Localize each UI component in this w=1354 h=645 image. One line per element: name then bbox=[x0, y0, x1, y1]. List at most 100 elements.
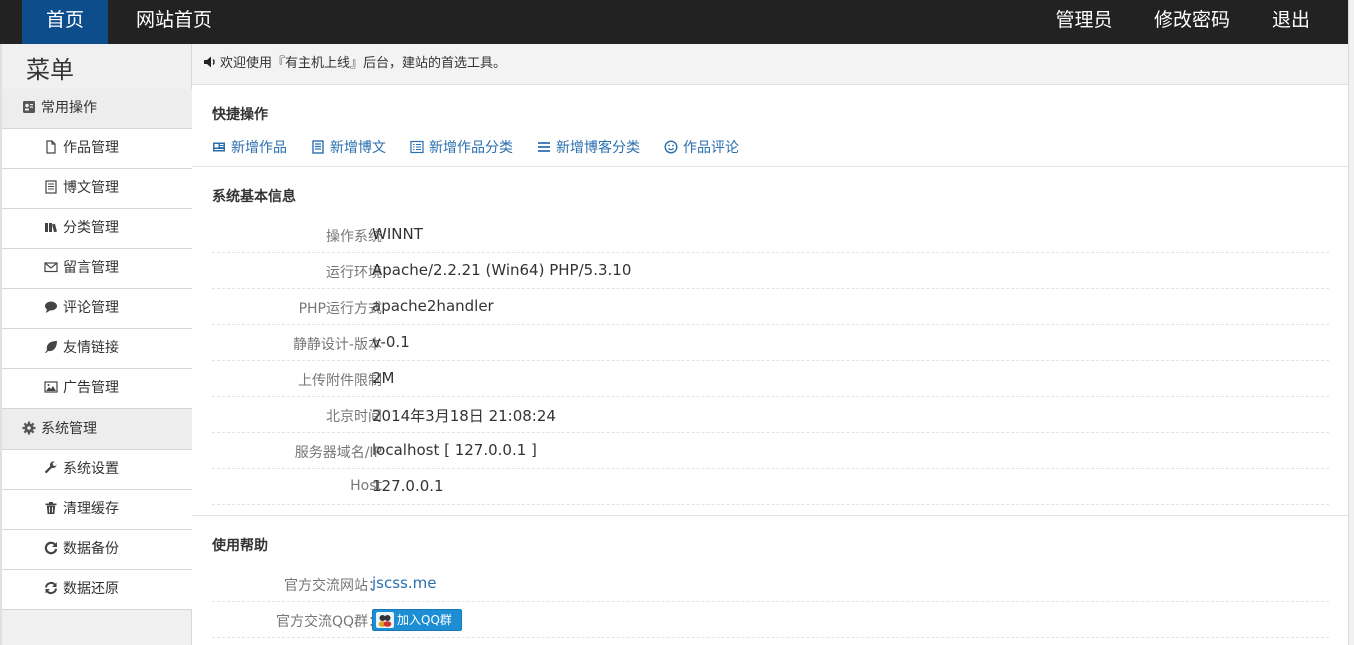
info-row: 操作系统 WINNT bbox=[212, 217, 1329, 253]
help-row-qq: 官方交流QQ群： 加入QQ群 bbox=[212, 602, 1329, 638]
sidebar-group-system[interactable]: 系统管理 bbox=[2, 409, 192, 450]
sidebar-group-label: 常用操作 bbox=[41, 100, 97, 116]
smile-icon bbox=[664, 140, 678, 154]
quick-action-label: 新增博文 bbox=[330, 140, 386, 156]
window-scrollbar[interactable] bbox=[1348, 0, 1354, 645]
sidebar-item-ads[interactable]: 广告管理 bbox=[2, 369, 192, 409]
quick-action-label: 新增作品分类 bbox=[429, 140, 513, 156]
quick-add-post[interactable]: 新增博文 bbox=[311, 137, 386, 156]
join-qq-group-button[interactable]: 加入QQ群 bbox=[372, 609, 462, 631]
sidebar-item-works[interactable]: 作品管理 bbox=[2, 129, 192, 169]
nav-home[interactable]: 首页 bbox=[22, 0, 108, 44]
list-box-icon bbox=[410, 140, 424, 154]
refresh-icon bbox=[44, 532, 58, 555]
file-icon bbox=[44, 131, 58, 154]
user-card-icon bbox=[22, 91, 36, 113]
sidebar-item-label: 分类管理 bbox=[63, 220, 119, 236]
sidebar-item-label: 留言管理 bbox=[63, 260, 119, 276]
info-value: v-0.1 bbox=[372, 333, 410, 351]
info-label: PHP运行方式 bbox=[298, 301, 382, 317]
sidebar-item-label: 清理缓存 bbox=[63, 501, 119, 517]
info-value: WINNT bbox=[372, 225, 423, 243]
sidebar-item-comments[interactable]: 评论管理 bbox=[2, 289, 192, 329]
info-row: Host 127.0.0.1 bbox=[212, 469, 1329, 505]
sidebar-item-messages[interactable]: 留言管理 bbox=[2, 249, 192, 289]
info-value: localhost [ 127.0.0.1 ] bbox=[372, 441, 537, 459]
gear-icon bbox=[22, 411, 36, 435]
sidebar-item-label: 系统设置 bbox=[63, 461, 119, 477]
top-navbar: 首页 网站首页 管理员 修改密码 退出 bbox=[0, 0, 1348, 44]
picture-icon bbox=[44, 371, 58, 393]
nav-change-password[interactable]: 修改密码 bbox=[1142, 0, 1242, 44]
info-row: 上传附件限制 2M bbox=[212, 361, 1329, 397]
info-value: Apache/2.2.21 (Win64) PHP/5.3.10 bbox=[372, 261, 632, 279]
document-icon bbox=[44, 171, 58, 194]
volume-icon bbox=[203, 46, 217, 68]
main-content: 欢迎使用『有主机上线』后台，建站的首选工具。 快捷操作 新增作品 新增博文 新增… bbox=[192, 44, 1348, 645]
qq-button-label: 加入QQ群 bbox=[397, 613, 452, 627]
sidebar: 菜单 常用操作 作品管理 博文管理 分类管理 留言管理 评论管理 友情链接 广告… bbox=[0, 44, 192, 645]
quick-actions-title: 快捷操作 bbox=[212, 107, 268, 123]
info-label: 官方交流QQ群： bbox=[275, 614, 382, 630]
system-info-title: 系统基本信息 bbox=[212, 189, 296, 205]
info-row: 运行环境 Apache/2.2.21 (Win64) PHP/5.3.10 bbox=[212, 253, 1329, 289]
info-row: 静静设计-版本 v-0.1 bbox=[212, 325, 1329, 361]
comment-icon bbox=[44, 291, 58, 313]
welcome-text: 欢迎使用『有主机上线』后台，建站的首选工具。 bbox=[220, 56, 507, 71]
sidebar-item-label: 评论管理 bbox=[63, 300, 119, 316]
info-label: 服务器域名/IP bbox=[294, 445, 382, 461]
sidebar-item-label: 广告管理 bbox=[63, 380, 119, 396]
info-value: 2M bbox=[372, 369, 395, 387]
envelope-icon bbox=[44, 251, 58, 273]
quick-work-comments[interactable]: 作品评论 bbox=[664, 137, 739, 156]
wrench-icon bbox=[44, 452, 58, 474]
sidebar-item-restore[interactable]: 数据还原 bbox=[2, 570, 192, 610]
info-label: 上传附件限制 bbox=[298, 373, 382, 389]
quick-add-blog-category[interactable]: 新增博客分类 bbox=[537, 137, 640, 156]
sidebar-group-label: 系统管理 bbox=[41, 421, 97, 437]
quick-action-label: 新增作品 bbox=[231, 140, 287, 156]
section-divider bbox=[192, 515, 1348, 516]
sidebar-item-label: 作品管理 bbox=[63, 140, 119, 156]
info-value: 2014年3月18日 21:08:24 bbox=[372, 407, 556, 425]
welcome-bar: 欢迎使用『有主机上线』后台，建站的首选工具。 bbox=[192, 44, 1348, 85]
books-icon bbox=[44, 211, 58, 233]
list-icon bbox=[537, 140, 551, 154]
nav-site-home[interactable]: 网站首页 bbox=[124, 0, 224, 44]
sidebar-item-label: 博文管理 bbox=[63, 180, 119, 196]
retweet-icon bbox=[44, 572, 58, 595]
sidebar-group-common[interactable]: 常用操作 bbox=[2, 89, 192, 129]
document-icon bbox=[311, 140, 325, 154]
sidebar-item-posts[interactable]: 博文管理 bbox=[2, 169, 192, 209]
quick-add-work-category[interactable]: 新增作品分类 bbox=[410, 137, 513, 156]
sidebar-item-clear-cache[interactable]: 清理缓存 bbox=[2, 490, 192, 530]
info-row: PHP运行方式 apache2handler bbox=[212, 289, 1329, 325]
quick-action-label: 新增博客分类 bbox=[556, 140, 640, 156]
qq-group-icon bbox=[376, 612, 394, 628]
sidebar-item-label: 数据还原 bbox=[63, 581, 119, 597]
sidebar-item-links[interactable]: 友情链接 bbox=[2, 329, 192, 369]
info-label: 官方交流网站： bbox=[284, 578, 382, 594]
sidebar-title: 菜单 bbox=[26, 56, 74, 84]
info-row: 服务器域名/IP localhost [ 127.0.0.1 ] bbox=[212, 433, 1329, 469]
help-row-site: 官方交流网站： jscss.me bbox=[212, 566, 1329, 602]
leaf-icon bbox=[44, 331, 58, 353]
info-row: 北京时间 2014年3月18日 21:08:24 bbox=[212, 397, 1329, 433]
info-value: apache2handler bbox=[372, 297, 494, 315]
sidebar-item-backup[interactable]: 数据备份 bbox=[2, 530, 192, 570]
sidebar-item-label: 友情链接 bbox=[63, 340, 119, 356]
info-label: 静静设计-版本 bbox=[292, 337, 382, 353]
card-icon bbox=[212, 140, 226, 154]
quick-action-label: 作品评论 bbox=[683, 140, 739, 156]
help-title: 使用帮助 bbox=[212, 538, 268, 554]
sidebar-item-categories[interactable]: 分类管理 bbox=[2, 209, 192, 249]
sidebar-item-settings[interactable]: 系统设置 bbox=[2, 450, 192, 490]
info-value: 127.0.0.1 bbox=[372, 477, 444, 495]
site-link[interactable]: jscss.me bbox=[372, 574, 436, 592]
nav-admin[interactable]: 管理员 bbox=[1042, 0, 1126, 44]
nav-logout[interactable]: 退出 bbox=[1258, 0, 1324, 44]
quick-add-work[interactable]: 新增作品 bbox=[212, 137, 287, 156]
trash-icon bbox=[44, 492, 58, 514]
sidebar-item-label: 数据备份 bbox=[63, 541, 119, 557]
section-divider bbox=[192, 166, 1348, 167]
